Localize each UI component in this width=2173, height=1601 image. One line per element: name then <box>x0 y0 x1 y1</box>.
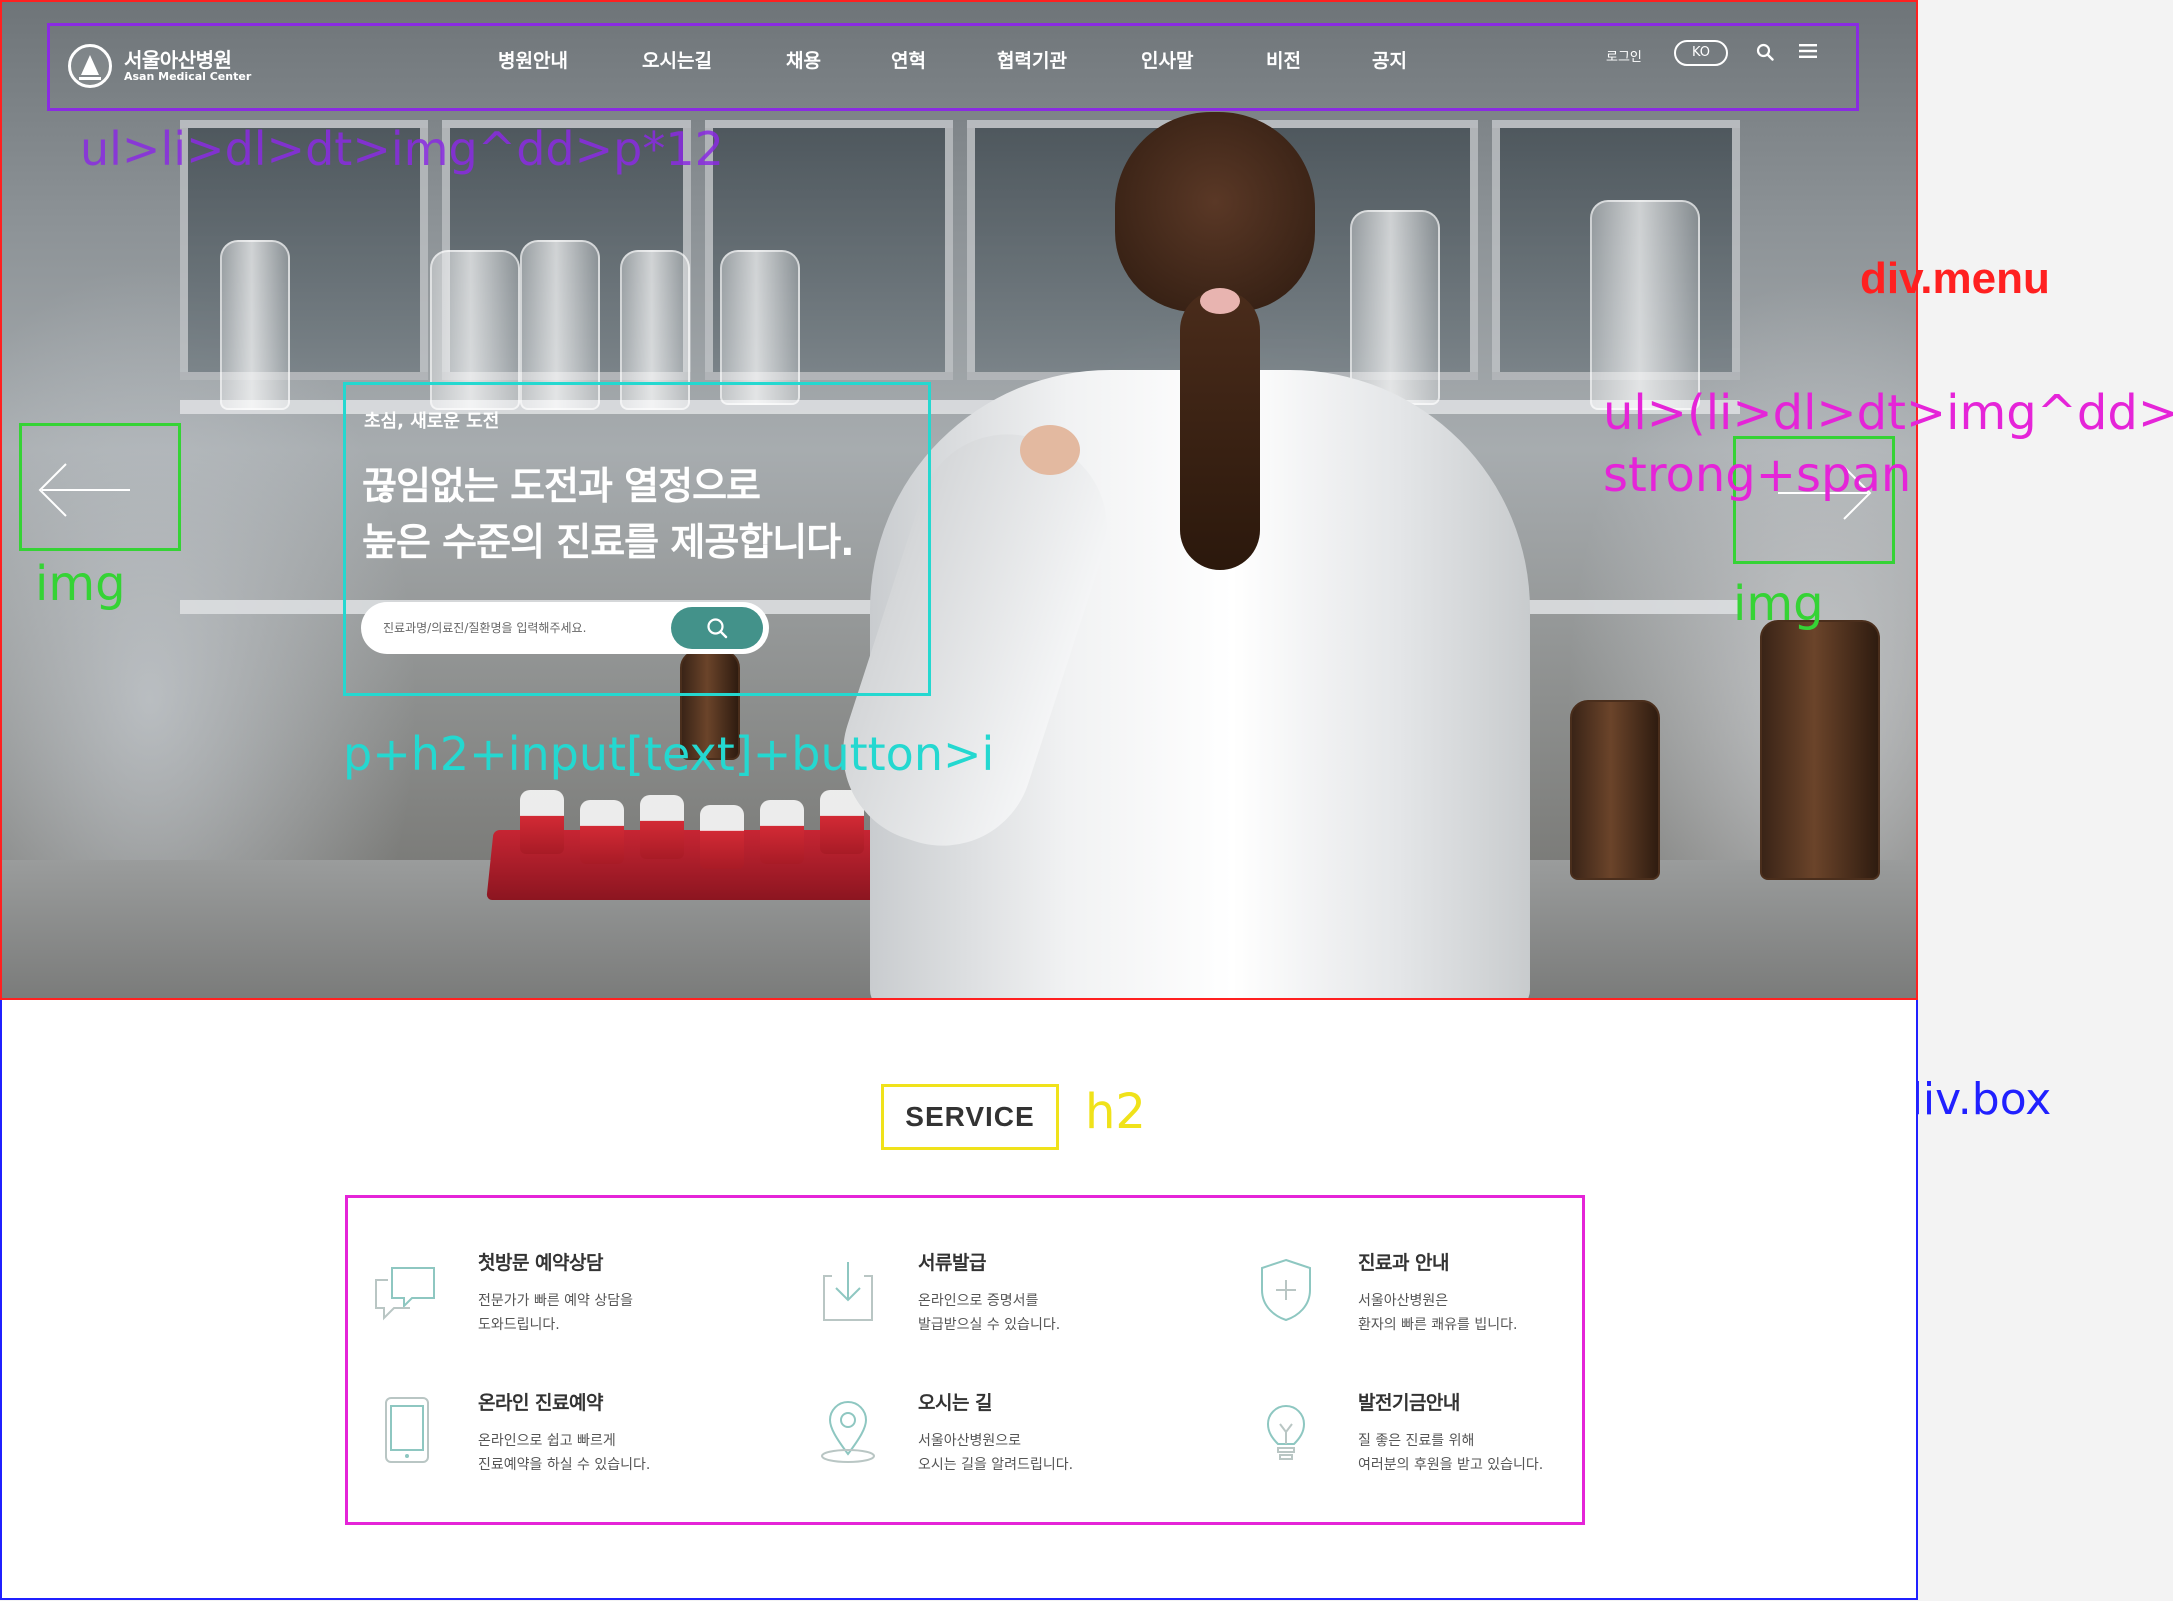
shield-icon <box>1261 1258 1311 1322</box>
search-icon <box>707 618 728 639</box>
service-item-name: 첫방문 예약상담 <box>478 1252 603 1274</box>
service-item-desc-1: 온라인으로 쉽고 빠르게 <box>478 1433 616 1449</box>
service-section: SERVICE h2 첫방문 예약상담 전문가가 빠른 예약 상담을 도와드립니… <box>0 1000 1918 1600</box>
service-item-documents[interactable]: 서류발급 온라인으로 증명서를 발급받으실 수 있습니다. <box>788 1238 1188 1348</box>
service-title: SERVICE <box>905 1101 1035 1132</box>
service-item-desc-2: 오시는 길을 알려드립니다. <box>918 1457 1074 1473</box>
login-link[interactable]: 로그인 <box>1606 46 1642 65</box>
service-item-name: 진료과 안내 <box>1358 1252 1450 1274</box>
download-icon <box>823 1262 873 1321</box>
lightbulb-icon <box>1266 1405 1306 1460</box>
service-item-development-fund[interactable]: 발전기금안내 질 좋은 진료를 위해 여러분의 후원을 받고 있습니다. <box>1228 1378 1628 1488</box>
hero-content: 초심, 새로운 도전 끊임없는 도전과 열정으로 높은 수준의 진료를 제공합니… <box>343 382 931 696</box>
menu-item-partners[interactable]: 협력기관 <box>997 46 1067 73</box>
hero-search-button[interactable] <box>671 607 763 649</box>
service-item-name: 발전기금안내 <box>1358 1392 1460 1414</box>
menu-item-greeting[interactable]: 인사말 <box>1141 46 1193 73</box>
hero-structure-annotation: p+h2+input[text]+button>i <box>343 727 995 781</box>
prev-slide-button[interactable] <box>19 423 181 551</box>
service-item-first-visit[interactable]: 첫방문 예약상담 전문가가 빠른 예약 상담을 도와드립니다. <box>348 1238 748 1348</box>
service-item-desc-1: 질 좋은 진료를 위해 <box>1358 1433 1475 1449</box>
tablet-icon <box>385 1397 429 1463</box>
service-list-annotation: ul>(li>dl>dt>img^dd>p> strong+span <box>1603 382 2173 506</box>
nav-structure-annotation: ul>li>dl>dt>img^dd>p*12 <box>80 122 724 176</box>
service-item-desc-2: 환자의 빠른 쾌유를 빕니다. <box>1358 1317 1518 1333</box>
location-icon <box>821 1401 875 1463</box>
menu-region-label: div.menu <box>1860 254 2050 303</box>
menu-item-directions[interactable]: 오시는길 <box>642 46 712 73</box>
hamburger-menu-icon[interactable] <box>1799 43 1817 59</box>
hero-kicker: 초심, 새로운 도전 <box>364 411 500 432</box>
logo-emblem-icon <box>68 44 112 88</box>
service-item-desc-2: 도와드립니다. <box>478 1317 560 1333</box>
hero-search-input[interactable] <box>361 602 671 654</box>
box-region-label: div.box <box>1895 1074 2052 1125</box>
top-navigation: 서울아산병원 Asan Medical Center 병원안내 오시는길 채용 … <box>47 23 1859 111</box>
logo[interactable]: 서울아산병원 Asan Medical Center <box>68 44 251 88</box>
service-item-name: 오시는 길 <box>918 1392 993 1414</box>
hero-title: 끊임없는 도전과 열정으로 높은 수준의 진료를 제공합니다. <box>362 458 922 570</box>
service-item-desc-2: 진료예약을 하실 수 있습니다. <box>478 1457 651 1473</box>
menu-item-vision[interactable]: 비전 <box>1266 46 1301 73</box>
logo-name-en: Asan Medical Center <box>124 69 252 83</box>
menu-item-notice[interactable]: 공지 <box>1372 46 1407 73</box>
menu-item-hospital-info[interactable]: 병원안내 <box>498 46 568 73</box>
service-list-annotation-line2: strong+span <box>1603 447 1912 503</box>
language-selector[interactable]: KO <box>1674 40 1728 66</box>
service-item-directions[interactable]: 오시는 길 서울아산병원으로 오시는 길을 알려드립니다. <box>788 1378 1188 1488</box>
service-list: 첫방문 예약상담 전문가가 빠른 예약 상담을 도와드립니다. 서류발급 온라인… <box>345 1195 1585 1525</box>
service-item-desc-1: 서울아산병원으로 <box>918 1433 1022 1449</box>
service-list-annotation-line1: ul>(li>dl>dt>img^dd>p> <box>1603 385 2173 441</box>
service-item-desc-2: 여러분의 후원을 받고 있습니다. <box>1358 1457 1544 1473</box>
next-arrow-annotation: img <box>1733 576 1824 632</box>
logo-name-ko: 서울아산병원 <box>124 47 232 72</box>
service-title-annotation: h2 <box>1085 1084 1146 1140</box>
service-item-desc-1: 온라인으로 증명서를 <box>918 1293 1039 1309</box>
menu-item-recruit[interactable]: 채용 <box>786 46 821 73</box>
prev-arrow-annotation: img <box>35 556 126 612</box>
service-item-desc-1: 서울아산병원은 <box>1358 1293 1449 1309</box>
arrow-left-icon <box>38 463 130 517</box>
service-item-desc-1: 전문가가 빠른 예약 상담을 <box>478 1293 634 1309</box>
chat-icon <box>375 1267 435 1321</box>
service-item-desc-2: 발급받으실 수 있습니다. <box>918 1317 1061 1333</box>
hero-search-bar <box>361 602 769 654</box>
service-title-box: SERVICE <box>881 1084 1059 1150</box>
service-item-departments[interactable]: 진료과 안내 서울아산병원은 환자의 빠른 쾌유를 빕니다. <box>1228 1238 1628 1348</box>
menu-item-history[interactable]: 연혁 <box>891 46 926 73</box>
hero-title-line1: 끊임없는 도전과 열정으로 <box>362 464 761 508</box>
service-item-online-reservation[interactable]: 온라인 진료예약 온라인으로 쉽고 빠르게 진료예약을 하실 수 있습니다. <box>348 1378 748 1488</box>
service-item-name: 온라인 진료예약 <box>478 1392 603 1414</box>
hero-title-line2: 높은 수준의 진료를 제공합니다. <box>362 520 855 564</box>
service-item-name: 서류발급 <box>918 1252 986 1274</box>
search-icon[interactable] <box>1756 43 1774 61</box>
